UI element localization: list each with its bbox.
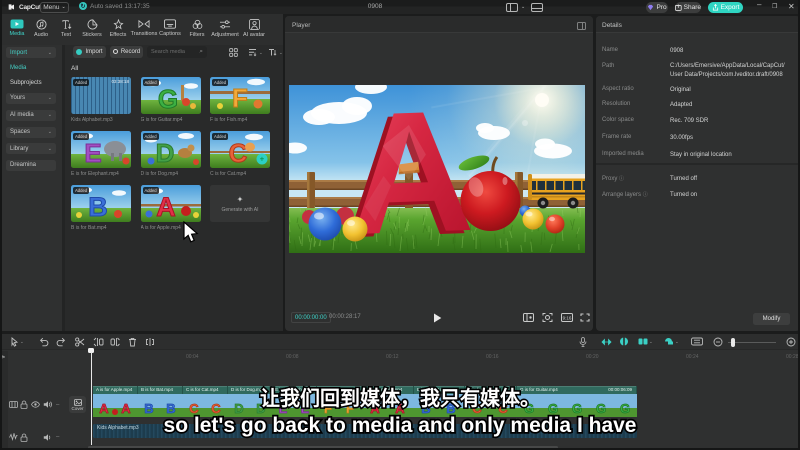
svg-text:B: B [166, 401, 175, 416]
svg-text:A: A [156, 192, 176, 222]
svg-text:E: E [84, 138, 101, 168]
svg-text:9:16: 9:16 [563, 316, 572, 321]
svg-text:E: E [279, 401, 288, 416]
svg-text:G: G [157, 84, 177, 114]
svg-text:E: E [301, 401, 310, 416]
svg-text:D: D [256, 401, 265, 416]
svg-text:F: F [324, 401, 332, 416]
svg-text:F: F [232, 83, 248, 113]
svg-text:C: C [211, 401, 221, 416]
svg-text:D: D [155, 138, 174, 168]
svg-text:G: G [524, 401, 534, 416]
svg-text:C: C [472, 401, 482, 416]
svg-text:G: G [572, 401, 582, 416]
svg-text:D: D [234, 401, 243, 416]
svg-text:B: B [88, 192, 108, 222]
svg-text:C: C [229, 138, 248, 168]
svg-text:A: A [121, 401, 131, 416]
svg-text:A: A [395, 401, 405, 416]
svg-text:G: G [620, 401, 630, 416]
svg-text:A: A [370, 401, 380, 416]
svg-text:B: B [446, 401, 455, 416]
svg-text:F: F [346, 401, 354, 416]
svg-text:C: C [498, 401, 508, 416]
svg-text:G: G [548, 401, 558, 416]
svg-text:A: A [99, 401, 109, 416]
svg-text:B: B [421, 401, 430, 416]
svg-text:+: + [260, 155, 265, 164]
svg-text:B: B [144, 401, 153, 416]
svg-text:G: G [596, 401, 606, 416]
svg-text:C: C [189, 401, 199, 416]
